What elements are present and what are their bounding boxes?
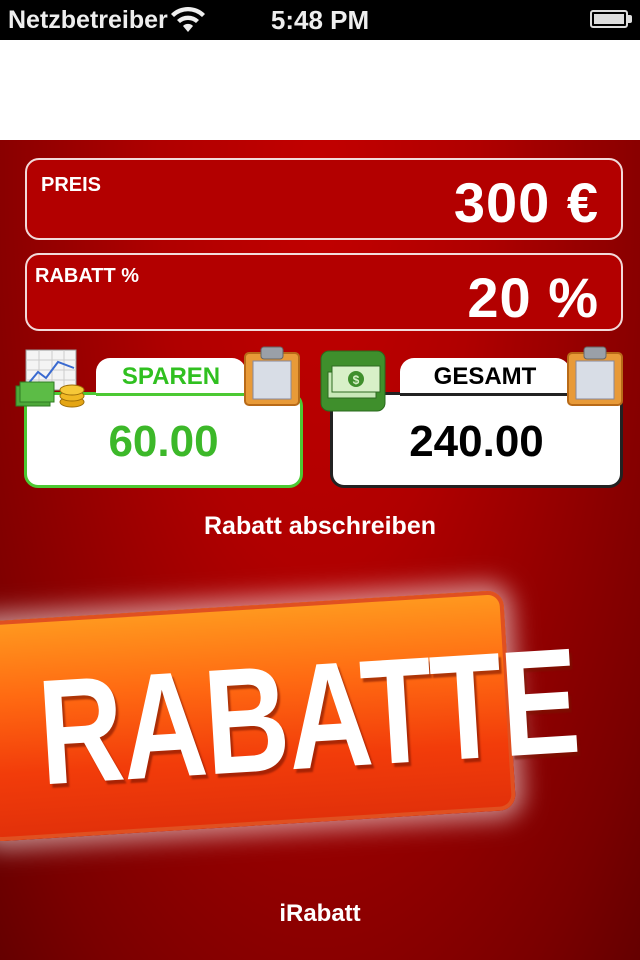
- discount-field[interactable]: RABATT % 20 %: [25, 253, 623, 331]
- battery-cap: [628, 15, 632, 23]
- savings-value: 60.00: [108, 417, 219, 466]
- main-panel: PREIS 300 € RABATT % 20 % 60.00 SPAREN 2…: [0, 140, 640, 960]
- battery-icon: [590, 10, 628, 28]
- rabatte-button-label: RABATTE: [33, 615, 583, 817]
- discount-label: RABATT %: [35, 265, 140, 287]
- total-label: GESAMT: [400, 358, 570, 396]
- price-field[interactable]: PREIS 300 €: [25, 158, 623, 240]
- money-stack-icon: $: [320, 350, 386, 412]
- app-name: iRabatt: [279, 900, 361, 927]
- write-off-button[interactable]: Rabatt abschreiben: [0, 512, 640, 541]
- price-value: 300 €: [453, 171, 599, 234]
- copy-savings-icon[interactable]: [243, 345, 301, 407]
- chart-coins-icon: [15, 349, 85, 408]
- clock: 5:48 PM: [270, 5, 370, 35]
- copy-total-icon[interactable]: [566, 345, 624, 407]
- ad-banner[interactable]: [0, 40, 640, 140]
- price-label: PREIS: [41, 174, 102, 196]
- svg-text:$: $: [353, 373, 360, 387]
- rabatte-button[interactable]: RABATTE: [0, 590, 583, 842]
- discount-value: 20 %: [467, 266, 599, 329]
- savings-label: SPAREN: [96, 358, 246, 396]
- status-bar: Netzbetreiber 5:48 PM: [0, 0, 640, 40]
- total-value: 240.00: [409, 417, 544, 466]
